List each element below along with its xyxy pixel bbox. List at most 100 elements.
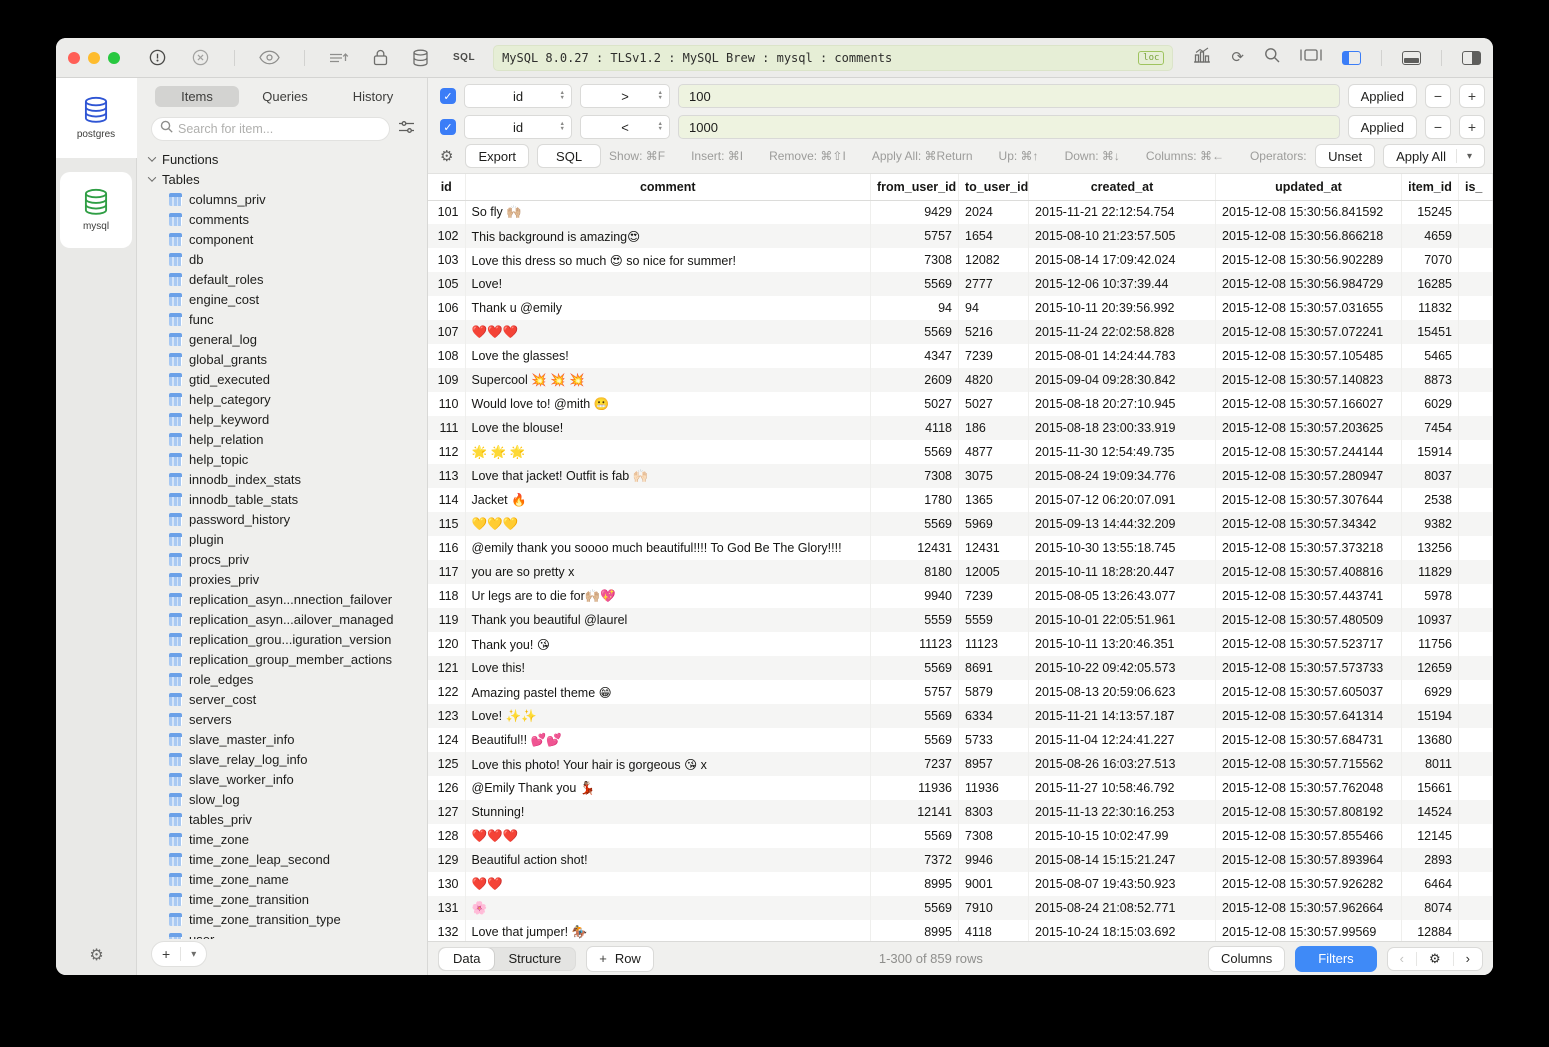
- cell-to_user_id[interactable]: 5216: [959, 320, 1029, 344]
- connection-postgres[interactable]: postgres: [56, 78, 137, 158]
- cell-comment[interactable]: 💛💛💛: [465, 512, 871, 536]
- add-row-button[interactable]: + Row: [586, 946, 654, 972]
- filter-options-icon[interactable]: [398, 120, 415, 139]
- table-row[interactable]: 111Love the blouse!41181862015-08-18 23:…: [428, 416, 1493, 440]
- cell-created_at[interactable]: 2015-10-15 10:02:47.99: [1029, 824, 1216, 848]
- zoom-window-button[interactable]: [108, 52, 120, 64]
- table-row[interactable]: 128❤️❤️❤️556973082015-10-15 10:02:47.992…: [428, 824, 1493, 848]
- cell-updated_at[interactable]: 2015-12-08 15:30:57.105485: [1216, 344, 1402, 368]
- cell-item_id[interactable]: 15245: [1402, 200, 1459, 224]
- cell-updated_at[interactable]: 2015-12-08 15:30:57.99569: [1216, 920, 1402, 941]
- cell-created_at[interactable]: 2015-08-13 20:59:06.623: [1029, 680, 1216, 704]
- cell-id[interactable]: 132: [428, 920, 465, 941]
- sidebar-table-item[interactable]: global_grants: [147, 349, 427, 369]
- chart-icon[interactable]: [1193, 47, 1211, 68]
- cell-is_[interactable]: [1459, 824, 1493, 848]
- cell-from_user_id[interactable]: 5569: [871, 320, 959, 344]
- filters-button[interactable]: Filters: [1295, 946, 1376, 972]
- unset-button[interactable]: Unset: [1315, 144, 1375, 168]
- cell-from_user_id[interactable]: 5569: [871, 896, 959, 920]
- table-row[interactable]: 101So fly 🙌🏼942920242015-11-21 22:12:54.…: [428, 200, 1493, 224]
- sidebar-table-item[interactable]: replication_asyn...nnection_failover: [147, 589, 427, 609]
- cell-updated_at[interactable]: 2015-12-08 15:30:56.984729: [1216, 272, 1402, 296]
- cell-to_user_id[interactable]: 5879: [959, 680, 1029, 704]
- sidebar-table-item[interactable]: servers: [147, 709, 427, 729]
- sidebar-table-item[interactable]: innodb_index_stats: [147, 469, 427, 489]
- cell-id[interactable]: 117: [428, 560, 465, 584]
- cell-updated_at[interactable]: 2015-12-08 15:30:57.480509: [1216, 608, 1402, 632]
- sidebar-table-item[interactable]: user: [147, 929, 427, 939]
- cell-created_at[interactable]: 2015-09-04 09:28:30.842: [1029, 368, 1216, 392]
- cell-from_user_id[interactable]: 9940: [871, 584, 959, 608]
- table-row[interactable]: 131🌸556979102015-08-24 21:08:52.7712015-…: [428, 896, 1493, 920]
- sidebar-table-item[interactable]: help_category: [147, 389, 427, 409]
- cell-to_user_id[interactable]: 2024: [959, 200, 1029, 224]
- cell-from_user_id[interactable]: 11123: [871, 632, 959, 656]
- structure-view-button[interactable]: Structure: [494, 948, 575, 970]
- cell-created_at[interactable]: 2015-11-21 14:13:57.187: [1029, 704, 1216, 728]
- cell-comment[interactable]: Love this dress so much 😍 so nice for su…: [465, 248, 871, 272]
- cell-item_id[interactable]: 7070: [1402, 248, 1459, 272]
- grid-header-row[interactable]: idcommentfrom_user_idto_user_idcreated_a…: [428, 174, 1493, 200]
- sql-button[interactable]: SQL: [537, 144, 601, 168]
- cell-comment[interactable]: Supercool 💥 💥 💥: [465, 368, 871, 392]
- database-icon[interactable]: [412, 49, 429, 67]
- cell-comment[interactable]: 🌸: [465, 896, 871, 920]
- cell-created_at[interactable]: 2015-10-24 18:15:03.692: [1029, 920, 1216, 941]
- cell-comment[interactable]: Beautiful!! 💕💕: [465, 728, 871, 752]
- cell-created_at[interactable]: 2015-08-24 19:09:34.776: [1029, 464, 1216, 488]
- cell-created_at[interactable]: 2015-10-11 20:39:56.992: [1029, 296, 1216, 320]
- cell-comment[interactable]: 🌟 🌟 🌟: [465, 440, 871, 464]
- sidebar-table-item[interactable]: general_log: [147, 329, 427, 349]
- cell-from_user_id[interactable]: 7308: [871, 464, 959, 488]
- cell-to_user_id[interactable]: 12431: [959, 536, 1029, 560]
- cell-from_user_id[interactable]: 4118: [871, 416, 959, 440]
- cell-from_user_id[interactable]: 1780: [871, 488, 959, 512]
- cell-id[interactable]: 131: [428, 896, 465, 920]
- cell-from_user_id[interactable]: 8180: [871, 560, 959, 584]
- cell-item_id[interactable]: 6464: [1402, 872, 1459, 896]
- column-header-id[interactable]: id: [428, 174, 465, 200]
- cell-updated_at[interactable]: 2015-12-08 15:30:57.307644: [1216, 488, 1402, 512]
- cell-item_id[interactable]: 9382: [1402, 512, 1459, 536]
- cell-comment[interactable]: Love that jacket! Outfit is fab 🙌🏻: [465, 464, 871, 488]
- cell-to_user_id[interactable]: 4118: [959, 920, 1029, 941]
- cell-to_user_id[interactable]: 5733: [959, 728, 1029, 752]
- table-row[interactable]: 123Love! ✨✨556963342015-11-21 14:13:57.1…: [428, 704, 1493, 728]
- cell-is_[interactable]: [1459, 368, 1493, 392]
- export-button[interactable]: Export: [465, 144, 529, 168]
- filter-operator-select[interactable]: < ▲▼: [580, 115, 670, 139]
- cell-item_id[interactable]: 5978: [1402, 584, 1459, 608]
- sidebar-table-item[interactable]: time_zone_leap_second: [147, 849, 427, 869]
- cell-updated_at[interactable]: 2015-12-08 15:30:57.523717: [1216, 632, 1402, 656]
- cell-created_at[interactable]: 2015-11-27 10:58:46.792: [1029, 776, 1216, 800]
- cell-created_at[interactable]: 2015-07-12 06:20:07.091: [1029, 488, 1216, 512]
- cell-comment[interactable]: Love that jumper! 🏇: [465, 920, 871, 941]
- cell-is_[interactable]: [1459, 296, 1493, 320]
- commit-connection-icon[interactable]: [148, 48, 167, 67]
- cell-id[interactable]: 129: [428, 848, 465, 872]
- cell-id[interactable]: 103: [428, 248, 465, 272]
- cell-from_user_id[interactable]: 11936: [871, 776, 959, 800]
- cell-id[interactable]: 110: [428, 392, 465, 416]
- cell-to_user_id[interactable]: 2777: [959, 272, 1029, 296]
- tree-section-tables[interactable]: Tables: [147, 169, 427, 189]
- cell-created_at[interactable]: 2015-08-10 21:23:57.505: [1029, 224, 1216, 248]
- cell-item_id[interactable]: 5465: [1402, 344, 1459, 368]
- cell-is_[interactable]: [1459, 656, 1493, 680]
- cell-updated_at[interactable]: 2015-12-08 15:30:57.072241: [1216, 320, 1402, 344]
- add-item-button[interactable]: +: [152, 942, 180, 966]
- cell-is_[interactable]: [1459, 272, 1493, 296]
- cell-id[interactable]: 121: [428, 656, 465, 680]
- cell-item_id[interactable]: 2893: [1402, 848, 1459, 872]
- cell-updated_at[interactable]: 2015-12-08 15:30:57.962664: [1216, 896, 1402, 920]
- cell-to_user_id[interactable]: 4820: [959, 368, 1029, 392]
- filter-operator-select[interactable]: > ▲▼: [580, 84, 670, 108]
- lock-icon[interactable]: [373, 49, 388, 66]
- filter-settings-gear-icon[interactable]: ⚙: [440, 147, 453, 165]
- cell-updated_at[interactable]: 2015-12-08 15:30:57.641314: [1216, 704, 1402, 728]
- cell-is_[interactable]: [1459, 632, 1493, 656]
- cell-comment[interactable]: @Emily Thank you 💃🏽: [465, 776, 871, 800]
- cell-item_id[interactable]: 6029: [1402, 392, 1459, 416]
- sidebar-table-item[interactable]: help_keyword: [147, 409, 427, 429]
